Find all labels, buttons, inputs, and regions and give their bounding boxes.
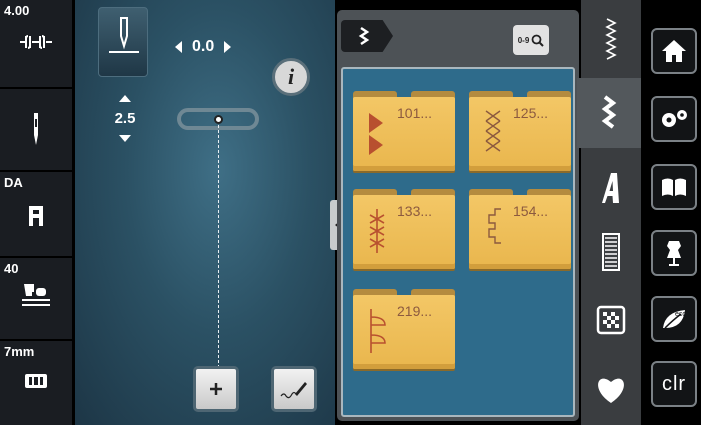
folder-154[interactable]: 154... bbox=[469, 189, 571, 269]
number-search-button[interactable]: 0-9 bbox=[513, 25, 549, 55]
thread-tension-icon bbox=[0, 32, 72, 52]
star-stitch-icon bbox=[369, 209, 385, 253]
folder-219[interactable]: 219... bbox=[353, 289, 455, 369]
length-increase-button[interactable] bbox=[119, 95, 131, 102]
category-favorites[interactable] bbox=[581, 360, 641, 420]
stitch-plate-cell[interactable]: 7mm bbox=[0, 341, 72, 425]
stitch-folder-panel: 0-9 101... 125... 133... 154... 219... bbox=[337, 10, 579, 421]
system-button-column: eco clr bbox=[641, 0, 701, 425]
thread-tension-value: 4.00 bbox=[4, 3, 30, 18]
needle-icon bbox=[0, 111, 72, 147]
stitch-length-value: 2.5 bbox=[114, 110, 136, 127]
home-button[interactable] bbox=[651, 28, 697, 74]
needle-cell[interactable] bbox=[0, 89, 72, 171]
stitch-category-column bbox=[577, 0, 641, 425]
book-icon bbox=[662, 178, 686, 196]
stitch-plate-value: 7mm bbox=[4, 344, 35, 359]
status-column: 4.00 DA 40 7mm bbox=[0, 0, 72, 425]
needle-point-marker bbox=[214, 115, 223, 124]
buttonhole-icon bbox=[602, 233, 620, 271]
folder-label: 133... bbox=[397, 203, 433, 219]
eco-button[interactable]: eco bbox=[651, 296, 697, 342]
category-tab[interactable] bbox=[341, 20, 393, 52]
category-buttonholes[interactable] bbox=[581, 222, 641, 282]
number-search-label: 0-9 bbox=[517, 35, 530, 45]
folder-label: 219... bbox=[397, 303, 433, 319]
sewing-consultant-button[interactable] bbox=[651, 230, 697, 276]
foot-pressure-cell[interactable]: 40 bbox=[0, 258, 72, 340]
clear-label: clr bbox=[661, 372, 687, 395]
stitch-display-area: 0.0 2.5 i bbox=[75, 0, 335, 425]
stitch-width-value: 0.0 bbox=[192, 38, 215, 55]
folder-125[interactable]: 125... bbox=[469, 91, 571, 171]
home-icon bbox=[662, 40, 686, 62]
length-decrease-button[interactable] bbox=[119, 135, 131, 142]
thread-tension-cell[interactable]: 4.00 bbox=[0, 0, 72, 88]
foot-pressure-icon bbox=[0, 280, 72, 308]
decorative-stitch-icon bbox=[601, 95, 617, 129]
plus-icon bbox=[210, 383, 222, 395]
category-quilt-stitches[interactable] bbox=[581, 290, 641, 350]
needle-position-button[interactable] bbox=[98, 7, 148, 77]
folder-label: 101... bbox=[397, 105, 433, 121]
triangle-stitch-icon bbox=[369, 113, 383, 155]
folder-grid: 101... 125... 133... 154... 219... bbox=[341, 67, 575, 417]
folder-label: 125... bbox=[513, 105, 549, 121]
svg-text:eco: eco bbox=[675, 311, 686, 318]
zigzag-stitch-icon bbox=[358, 26, 370, 46]
category-straight-stitches[interactable] bbox=[581, 10, 641, 70]
step-stitch-icon bbox=[488, 208, 501, 244]
needle-position-icon bbox=[109, 17, 139, 53]
stitch-width-control: 0.0 bbox=[175, 38, 232, 56]
straight-stitch-icon bbox=[605, 18, 617, 60]
stitch-length-control: 2.5 bbox=[105, 95, 145, 142]
category-decorative-stitches[interactable] bbox=[577, 78, 641, 148]
heart-icon bbox=[598, 378, 624, 403]
stitch-plate-icon bbox=[0, 373, 72, 389]
gears-icon bbox=[662, 110, 687, 127]
pen-stitch-icon bbox=[280, 382, 307, 399]
alphabet-icon bbox=[602, 173, 619, 203]
quilt-icon bbox=[596, 305, 626, 335]
eco-leaf-icon: eco bbox=[663, 310, 686, 329]
info-button[interactable]: i bbox=[272, 58, 310, 96]
folder-101[interactable]: 101... bbox=[353, 91, 455, 171]
panel-header: 0-9 bbox=[337, 10, 579, 64]
cross-stitch-icon bbox=[485, 110, 501, 152]
search-icon bbox=[531, 34, 544, 47]
stitch-preview-line bbox=[218, 120, 219, 368]
add-button[interactable] bbox=[193, 366, 239, 412]
tutorial-button[interactable] bbox=[651, 164, 697, 210]
settings-button[interactable] bbox=[651, 96, 697, 142]
folder-133[interactable]: 133... bbox=[353, 189, 455, 269]
presser-foot-icon bbox=[0, 204, 72, 228]
category-alphabets[interactable] bbox=[581, 158, 641, 218]
width-increase-button[interactable] bbox=[224, 41, 232, 53]
presser-foot-cell[interactable]: DA bbox=[0, 172, 72, 257]
foot-pressure-value: 40 bbox=[4, 261, 19, 276]
presser-foot-value: DA bbox=[4, 175, 23, 190]
clear-button[interactable]: clr bbox=[651, 361, 697, 407]
dress-form-icon bbox=[667, 241, 681, 266]
edit-stitch-button[interactable] bbox=[271, 366, 317, 412]
width-decrease-button[interactable] bbox=[175, 41, 182, 53]
folder-label: 154... bbox=[513, 203, 549, 219]
leaf-stitch-icon bbox=[370, 309, 386, 353]
